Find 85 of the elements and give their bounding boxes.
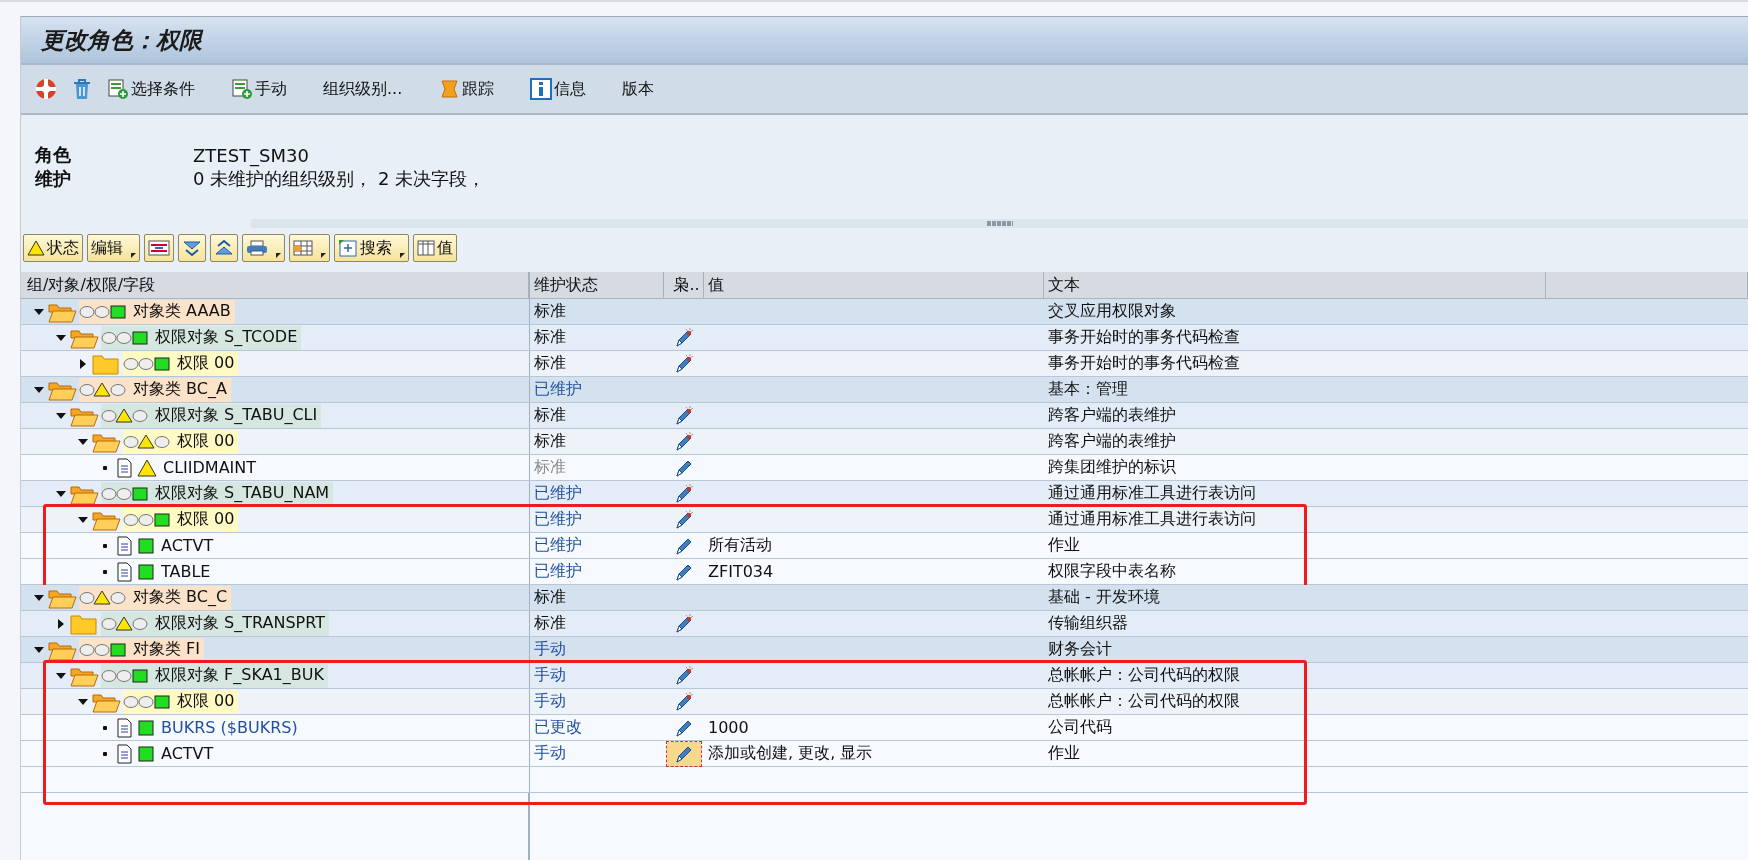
maintenance-status: 标准 (534, 327, 566, 348)
field-name[interactable]: ACTVT (161, 744, 214, 763)
description-text: 作业 (1048, 535, 1080, 556)
column-header[interactable]: 组/对象/权限/字段 (21, 272, 529, 298)
add-list-icon (231, 78, 253, 100)
description-text: 公司代码 (1048, 717, 1112, 738)
field-label: 维护 (35, 167, 72, 191)
warning-icon (27, 240, 45, 256)
printer-icon (246, 240, 268, 256)
maintenance-status: 已维护 (534, 509, 582, 530)
toolbar-button[interactable]: 信息 (526, 76, 591, 102)
description-text: 总帐帐户：公司代码的权限 (1048, 665, 1240, 686)
toolbar-button[interactable]: 选择条件 (103, 76, 199, 102)
column-header[interactable]: 枭.. (664, 272, 704, 298)
maintenance-status: 标准 (534, 587, 566, 608)
maintenance-status: 已维护 (534, 483, 582, 504)
maintenance-status: 手动 (534, 665, 566, 686)
description-text: 作业 (1048, 743, 1080, 764)
maintenance-status: 标准 (534, 613, 566, 634)
field-name[interactable]: CLIIDMAINT (163, 458, 257, 477)
find-icon (338, 239, 358, 257)
maintenance-status: 已维护 (534, 561, 582, 582)
edit-button[interactable] (667, 741, 701, 766)
toolbar-button[interactable]: 值 (413, 234, 457, 262)
window-title: 更改角色：权限 (41, 25, 202, 55)
field-value: 添加或创建, 更改, 显示 (708, 743, 873, 764)
maintenance-status: 标准 (534, 457, 566, 478)
expand-button[interactable] (210, 234, 238, 262)
maintenance-status: 标准 (534, 431, 566, 452)
description-text: 传输组织器 (1048, 613, 1128, 634)
field-name[interactable]: ACTVT (161, 536, 214, 555)
column-header[interactable]: 值 (704, 272, 1044, 298)
description-text: 权限字段中表名称 (1048, 561, 1176, 582)
description-text: 交叉应用权限对象 (1048, 301, 1176, 322)
description-text: 跨客户端的表维护 (1048, 405, 1176, 426)
field-value: 所有活动 (708, 535, 772, 556)
layout-button[interactable] (144, 234, 174, 262)
collapse-icon (182, 240, 202, 256)
maintenance-status: 手动 (534, 743, 566, 764)
toolbar-button[interactable]: 手动 (227, 76, 291, 102)
add-list-icon (107, 78, 129, 100)
field-value: ZFIT034 (708, 562, 774, 581)
table-icon (293, 240, 313, 256)
column-header[interactable]: 文本 (1044, 272, 1546, 298)
maintenance-status: 已维护 (534, 379, 582, 400)
field-name[interactable]: TABLE (161, 562, 211, 581)
field-label: 角色 (35, 143, 72, 167)
field-name[interactable]: BUKRS ($BUKRS) (161, 718, 298, 737)
maintenance-status: 手动 (534, 639, 566, 660)
column-header[interactable]: 维护状态 (529, 272, 664, 298)
splitter-handle[interactable] (986, 221, 1013, 226)
maintenance-status: 手动 (534, 691, 566, 712)
trash-icon (71, 78, 93, 100)
description-text: 事务开始时的事务代码检查 (1048, 353, 1240, 374)
description-text: 总帐帐户：公司代码的权限 (1048, 691, 1240, 712)
description-text: 财务会计 (1048, 639, 1112, 660)
toolbar-button[interactable]: 编辑 (87, 234, 140, 262)
description-text: 跨集团维护的标识 (1048, 457, 1176, 478)
toolbar-button[interactable]: 状态 (23, 234, 83, 262)
print-button[interactable] (242, 234, 285, 262)
maintenance-status: 标准 (534, 353, 566, 374)
maintenance-status: 已更改 (534, 717, 582, 738)
description-text: 事务开始时的事务代码检查 (1048, 327, 1240, 348)
layout-icon (148, 240, 170, 256)
toolbar-button[interactable]: 版本 (618, 76, 659, 102)
toolbar-button[interactable]: 组织级别... (319, 76, 407, 102)
info-icon (530, 78, 553, 100)
field-value: 0 未维护的组织级别， 2 未决字段， (193, 167, 486, 191)
collapse-button[interactable] (178, 234, 206, 262)
grid-button[interactable] (289, 234, 330, 262)
columns-icon (417, 240, 435, 256)
lifebuoy-icon (35, 78, 57, 100)
maintenance-status: 标准 (534, 301, 566, 322)
description-text: 基本：管理 (1048, 379, 1128, 400)
expand-icon (214, 240, 234, 256)
description-text: 基础 - 开发环境 (1048, 587, 1160, 608)
toolbar-button[interactable]: 搜索 (334, 234, 409, 262)
field-value: 1000 (708, 718, 749, 737)
toolbar-button[interactable]: 跟踪 (434, 76, 499, 102)
description-text: 通过通用标准工具进行表访问 (1048, 509, 1256, 530)
description-text: 跨客户端的表维护 (1048, 431, 1176, 452)
field-value: ZTEST_SM30 (193, 144, 309, 166)
description-text: 通过通用标准工具进行表访问 (1048, 483, 1256, 504)
maintenance-status: 标准 (534, 405, 566, 426)
maintenance-status: 已维护 (534, 535, 582, 556)
